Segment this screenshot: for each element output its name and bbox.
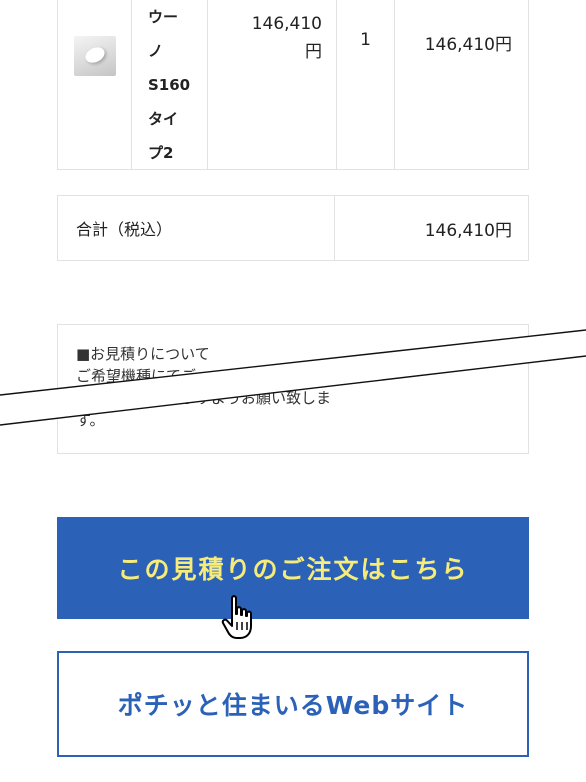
quote-page: ウー ノ S160 タイ プ2 146,410 円 1 146,410円 合計（… [0, 0, 586, 782]
quote-note: ■お見積りについて ご希望機種にてご 頂きますようお願い致しま す。 [57, 324, 529, 454]
total-table: 合計（税込） 146,410円 [57, 195, 529, 261]
unit-price: 146,410 円 [252, 10, 322, 66]
total-value: 146,410円 [424, 220, 512, 241]
unit-price-currency: 円 [305, 42, 322, 62]
subtotal-value: 146,410円 [424, 35, 512, 55]
product-table: ウー ノ S160 タイ プ2 146,410 円 1 146,410円 [57, 0, 529, 170]
total-label: 合計（税込） [58, 196, 335, 260]
quantity-value: 1 [360, 30, 371, 50]
note-line: す。 [76, 411, 105, 429]
product-thumbnail [74, 36, 116, 76]
product-name: ウー ノ S160 タイ プ2 [148, 0, 190, 170]
product-name-line: ウー [148, 8, 179, 26]
product-name-line: S160 [148, 76, 191, 94]
note-line: ご希望機種にてご [76, 367, 197, 385]
product-name-line: プ2 [148, 144, 174, 162]
product-name-cell: ウー ノ S160 タイ プ2 [132, 0, 208, 169]
product-name-line: ノ [148, 42, 164, 60]
unit-price-amount: 146,410 [251, 14, 322, 34]
unit-price-cell: 146,410 円 [208, 0, 337, 169]
note-heading: ■お見積りについて [76, 345, 210, 363]
product-name-line: タイ [148, 110, 179, 128]
product-thumbnail-cell [58, 0, 132, 169]
order-quote-button[interactable]: この見積りのご注文はこちら [57, 517, 529, 619]
note-line: 頂きますようお願い致しま [76, 389, 332, 407]
subtotal-cell: 146,410円 [395, 0, 528, 169]
quantity-cell: 1 [337, 0, 395, 169]
website-button[interactable]: ポチッと住まいるWebサイト [57, 651, 529, 757]
